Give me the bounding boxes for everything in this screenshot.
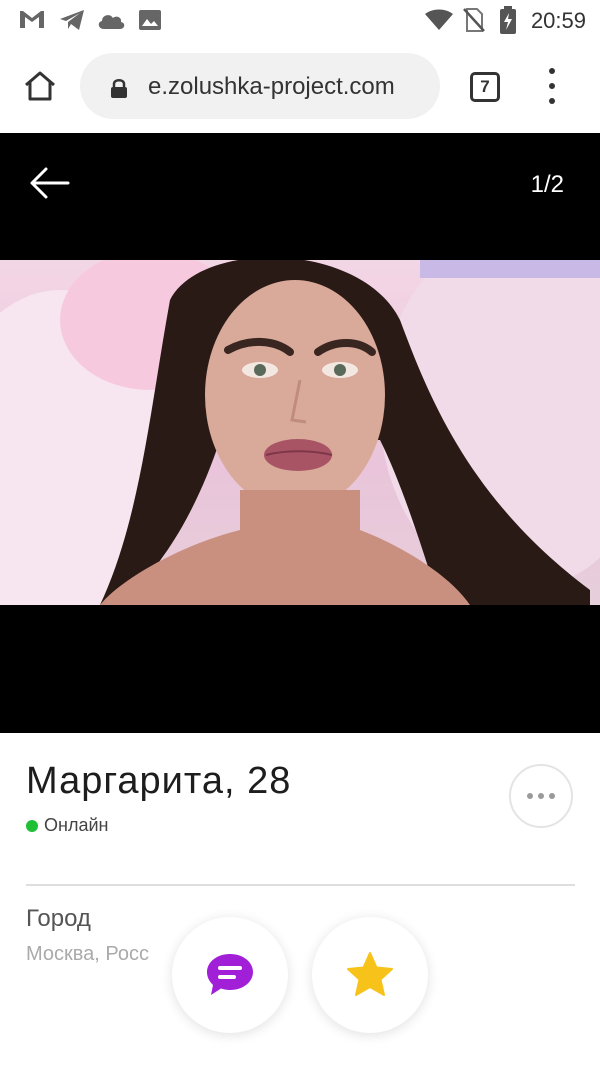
photo-viewer: 1/2 bbox=[0, 133, 600, 733]
no-sim-icon bbox=[463, 8, 485, 32]
more-menu-button[interactable] bbox=[540, 68, 564, 104]
home-button[interactable] bbox=[20, 66, 60, 106]
city-label: Город bbox=[26, 905, 91, 932]
profile-photo[interactable] bbox=[0, 260, 600, 605]
status-bar: 20:59 bbox=[0, 0, 600, 40]
url-text: e.zolushka-project.com bbox=[148, 73, 395, 100]
divider bbox=[26, 884, 575, 886]
star-icon bbox=[347, 952, 393, 996]
lock-icon bbox=[111, 79, 127, 98]
favorite-button[interactable] bbox=[312, 917, 428, 1033]
cloud-icon bbox=[98, 15, 125, 29]
telegram-icon bbox=[60, 10, 84, 30]
online-status-label: Онлайн bbox=[44, 815, 109, 835]
tab-switcher-button[interactable]: 7 bbox=[470, 72, 500, 102]
message-button[interactable] bbox=[172, 917, 288, 1033]
online-status: Онлайн bbox=[26, 815, 108, 836]
home-icon bbox=[25, 71, 55, 101]
battery-icon bbox=[500, 6, 516, 34]
wifi-icon bbox=[425, 9, 453, 30]
profile-more-button[interactable] bbox=[509, 764, 573, 828]
city-value: Москва, Росс bbox=[26, 943, 149, 965]
profile-name-age: Маргарита, 28 bbox=[26, 760, 292, 802]
image-icon bbox=[139, 10, 161, 30]
browser-toolbar: e.zolushka-project.com 7 bbox=[0, 40, 600, 133]
photo-illustration bbox=[0, 260, 600, 605]
status-time: 20:59 bbox=[530, 8, 586, 33]
address-bar[interactable]: e.zolushka-project.com bbox=[80, 53, 440, 119]
chat-bubble-icon bbox=[207, 954, 253, 995]
online-dot-icon bbox=[26, 819, 38, 832]
back-arrow-icon[interactable] bbox=[28, 165, 72, 201]
gmail-icon bbox=[20, 11, 44, 28]
photo-counter: 1/2 bbox=[530, 171, 564, 198]
